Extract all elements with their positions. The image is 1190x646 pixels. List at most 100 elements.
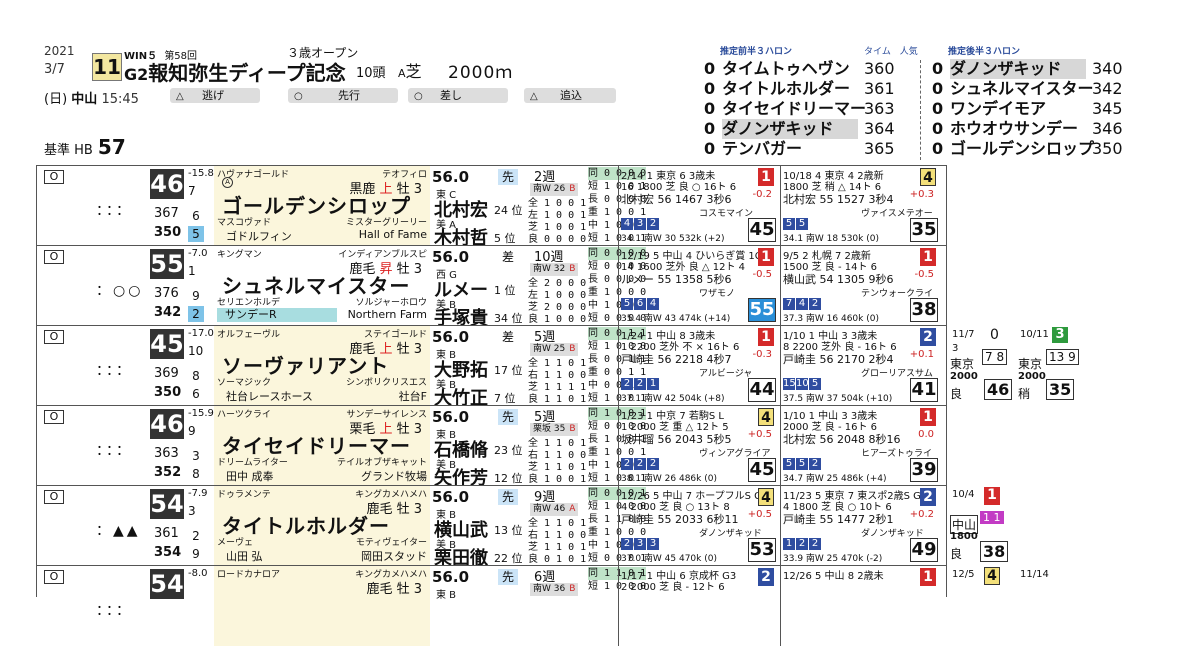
past-race-result: 北村宏 56 1467 3秒6 (621, 193, 732, 206)
table-row[interactable]: O ：▲▲ 54 -7.9 3 361 354 2 9 ドゥラメンテ キングカメハメハ 鹿毛 牡 3タ… (36, 485, 946, 569)
back-time: 350 (154, 385, 182, 400)
running-style: 先 (498, 569, 518, 585)
base-hb: 基準 HB 57 (44, 135, 126, 159)
record-line: 芝 1 0 0 1 (528, 222, 587, 233)
past-race[interactable]: 1/10 1 中山 3 3歳未 1 2000 芝 良 - 16ト 6 北村宏 56 2… (780, 406, 942, 486)
position-box: 2 (621, 538, 633, 550)
extra-venue: 東京 (950, 357, 975, 371)
running-style: 差 (501, 330, 514, 344)
past-finish: 1 (920, 568, 936, 586)
coat: 鹿毛 (366, 582, 397, 597)
front-time: 363 (154, 446, 179, 461)
rating-row: 0 テンバガー 365 (704, 139, 895, 159)
table-row[interactable]: O ：：： 45 -17.0 10 369 350 8 6 オルフェーヴル ステイゴールド 鹿毛 上 … (36, 325, 946, 409)
jockey-rank: 1 位 (494, 284, 516, 297)
position-box: 5 (796, 218, 808, 230)
past-workout: 34.1 南W 18 530k (0) (783, 234, 879, 244)
table-row[interactable]: O ：：： 46 -15.8 7 367 350 6 5 ハヴァナゴールド テオフィロ A 黒鹿 上 牡… (36, 165, 946, 249)
position-box: 15 (783, 378, 796, 390)
record-line: 芝 1 1 0 1 (528, 542, 587, 553)
waku-box: O (44, 410, 64, 424)
past-workout: 35.4 南W 43 474k (+14) (621, 314, 731, 324)
past-winner: コスモマイン (699, 209, 754, 219)
past-margin: +0.5 (747, 509, 772, 520)
workout-grade: B (569, 424, 576, 434)
pill-label: 先行 (338, 89, 360, 102)
table-row[interactable]: O：：： 54 -8.0 ロードカナロア キングカメハメハ 鹿毛 牡 3 56.0 先東 B6… (36, 565, 946, 646)
front-rank: 3 (188, 448, 204, 464)
dam-sire: ソルジャーホロウ (355, 298, 427, 308)
past-race[interactable]: 1/23 1 中京 7 若駒S L41 2000 芝 重 △ 12ト 5 坂井瑠 … (618, 406, 780, 486)
horse-info: ロードカナロア キングカメハメハ 鹿毛 牡 3 (214, 566, 430, 646)
past-positions: 564 (621, 298, 660, 310)
past-race[interactable]: 9/5 2 札幌 7 2歳新 1 1500 芝 良 - 14ト 6 横山武 54 13… (780, 246, 942, 326)
extra-score: 38 (980, 541, 1009, 562)
record-line: 右 1 1 0 0 (528, 370, 587, 381)
record-list: 全 1 1 0 1右 1 1 0 0芝 1 1 0 1良 0 1 0 1 (528, 518, 586, 566)
record-line: 全 1 1 0 1 (528, 358, 587, 369)
waku-box: O (44, 170, 64, 184)
breeder: 社台F (398, 390, 427, 403)
index-rank: 3 (188, 504, 196, 518)
ratings-divider (920, 60, 921, 160)
past-score: 49 (910, 538, 938, 562)
rating-value: 340 (1092, 59, 1123, 78)
position-box: 7 (783, 298, 795, 310)
race-year: 2021 (44, 44, 75, 58)
past-margin: -0.5 (752, 269, 772, 280)
past-race[interactable]: 2/14 1 東京 6 3歳未 1 16 1800 芝 良 ○ 16ト 6 北村宏 5… (618, 166, 780, 246)
table-row[interactable]: O ：○○ 55 -7.0 1 376 342 9 2 キングマン インディアンブルスピ 鹿毛 昇 牡… (36, 245, 946, 329)
back-rank: 2 (188, 306, 204, 322)
rating-horse-name: タイトルホルダー (722, 79, 851, 98)
owner: 山田 弘 (226, 550, 263, 563)
dam: ソーマジック (217, 378, 272, 388)
past-race-result: 戸崎圭 56 2218 4秒7 (621, 353, 732, 366)
trainer-rank: 34 位 (494, 312, 523, 325)
workout-course: 南W 46 (533, 504, 566, 514)
index-diff: -7.9 (188, 488, 208, 499)
position-box: 2 (621, 458, 633, 470)
pill-label: 逃げ (202, 89, 224, 102)
past-positions: 122 (783, 538, 822, 550)
breeder: Hall of Fame (358, 228, 427, 241)
workout: 南W 32 B (530, 263, 578, 276)
past-margin: +0.2 (909, 509, 934, 520)
past-race-result: 北村宏 56 2048 8秒16 (783, 433, 901, 446)
past-race[interactable]: 1/10 1 中山 3 3歳未 2 8 2200 芝外 良 - 16ト 6 戸崎圭 5… (780, 326, 942, 406)
past-race[interactable]: 12/26 5 中山 8 2歳未 1 (780, 566, 942, 646)
past-race[interactable]: 11/23 5 東京 7 東スポ2歳S G3 2 4 1800 芝 良 ○ 10ト … (780, 486, 942, 566)
running-style: 先 (498, 489, 518, 505)
past-score: 45 (748, 218, 776, 242)
past-race[interactable]: 1/17 1 中山 6 京成杯 G3 2 2 2000 芝 良 - 12ト 6 (618, 566, 780, 646)
horse-info: ハーツクライ サンデーサイレンス 栗毛 上 牡 3 タイセイドリーマー ドリームライター… (214, 406, 430, 486)
rating-value: 345 (1092, 99, 1123, 118)
extra-date: 11/7 (952, 329, 975, 340)
rating-value: 363 (864, 99, 895, 118)
extra-dist: 2000 (950, 371, 978, 382)
workout-course: 栗坂 35 (533, 424, 566, 434)
past-race-result: 北村宏 55 1527 3秒4 (783, 193, 894, 206)
index-diff: -15.9 (188, 408, 214, 419)
back-time: 342 (154, 305, 182, 320)
position-box: 1 (783, 538, 795, 550)
past-race[interactable]: 12/19 5 中山 4 ひいらぎ賞 1C 1 14 1600 芝外 良 △ 12ト… (618, 246, 780, 326)
record-line: 全 1 1 0 1 (528, 438, 587, 449)
course-type: A芝 (398, 58, 422, 82)
front-rank: 9 (188, 288, 204, 304)
workout-grade: A (569, 504, 576, 514)
past-workout: 34.7 南W 25 486k (+4) (783, 474, 887, 484)
index-value: 55 (150, 249, 184, 279)
rating-row: 0 ゴールデンシロップ 350 (932, 139, 1123, 159)
record-line: 右 1 1 0 0 (528, 530, 587, 541)
course-letter: A (398, 67, 406, 80)
past-finish: 1 (920, 248, 936, 266)
past-race[interactable]: 10/18 4 東京 4 2歳新 4 1800 芝 稍 △ 14ト 6 北村宏 55 … (780, 166, 942, 246)
past-race[interactable]: 12/26 5 中山 7 ホープフルS G1 4 4 2000 芝 良 ○ 13ト … (618, 486, 780, 566)
past-race[interactable]: 1/24 1 中山 8 3歳未 1 1 2200 芝外 不 × 16ト 6 戸崎圭 5… (618, 326, 780, 406)
triangle-icon: △ (176, 91, 184, 102)
table-row[interactable]: O ：：： 46 -15.9 9 363 352 3 8 ハーツクライ サンデーサイレンス 栗毛 上 … (36, 405, 946, 489)
past-finish: 4 (920, 168, 936, 186)
extra-score: 46 (984, 379, 1013, 400)
index-diff: -17.0 (188, 328, 214, 339)
dam-sire: ミスターグリーリー (345, 218, 427, 228)
